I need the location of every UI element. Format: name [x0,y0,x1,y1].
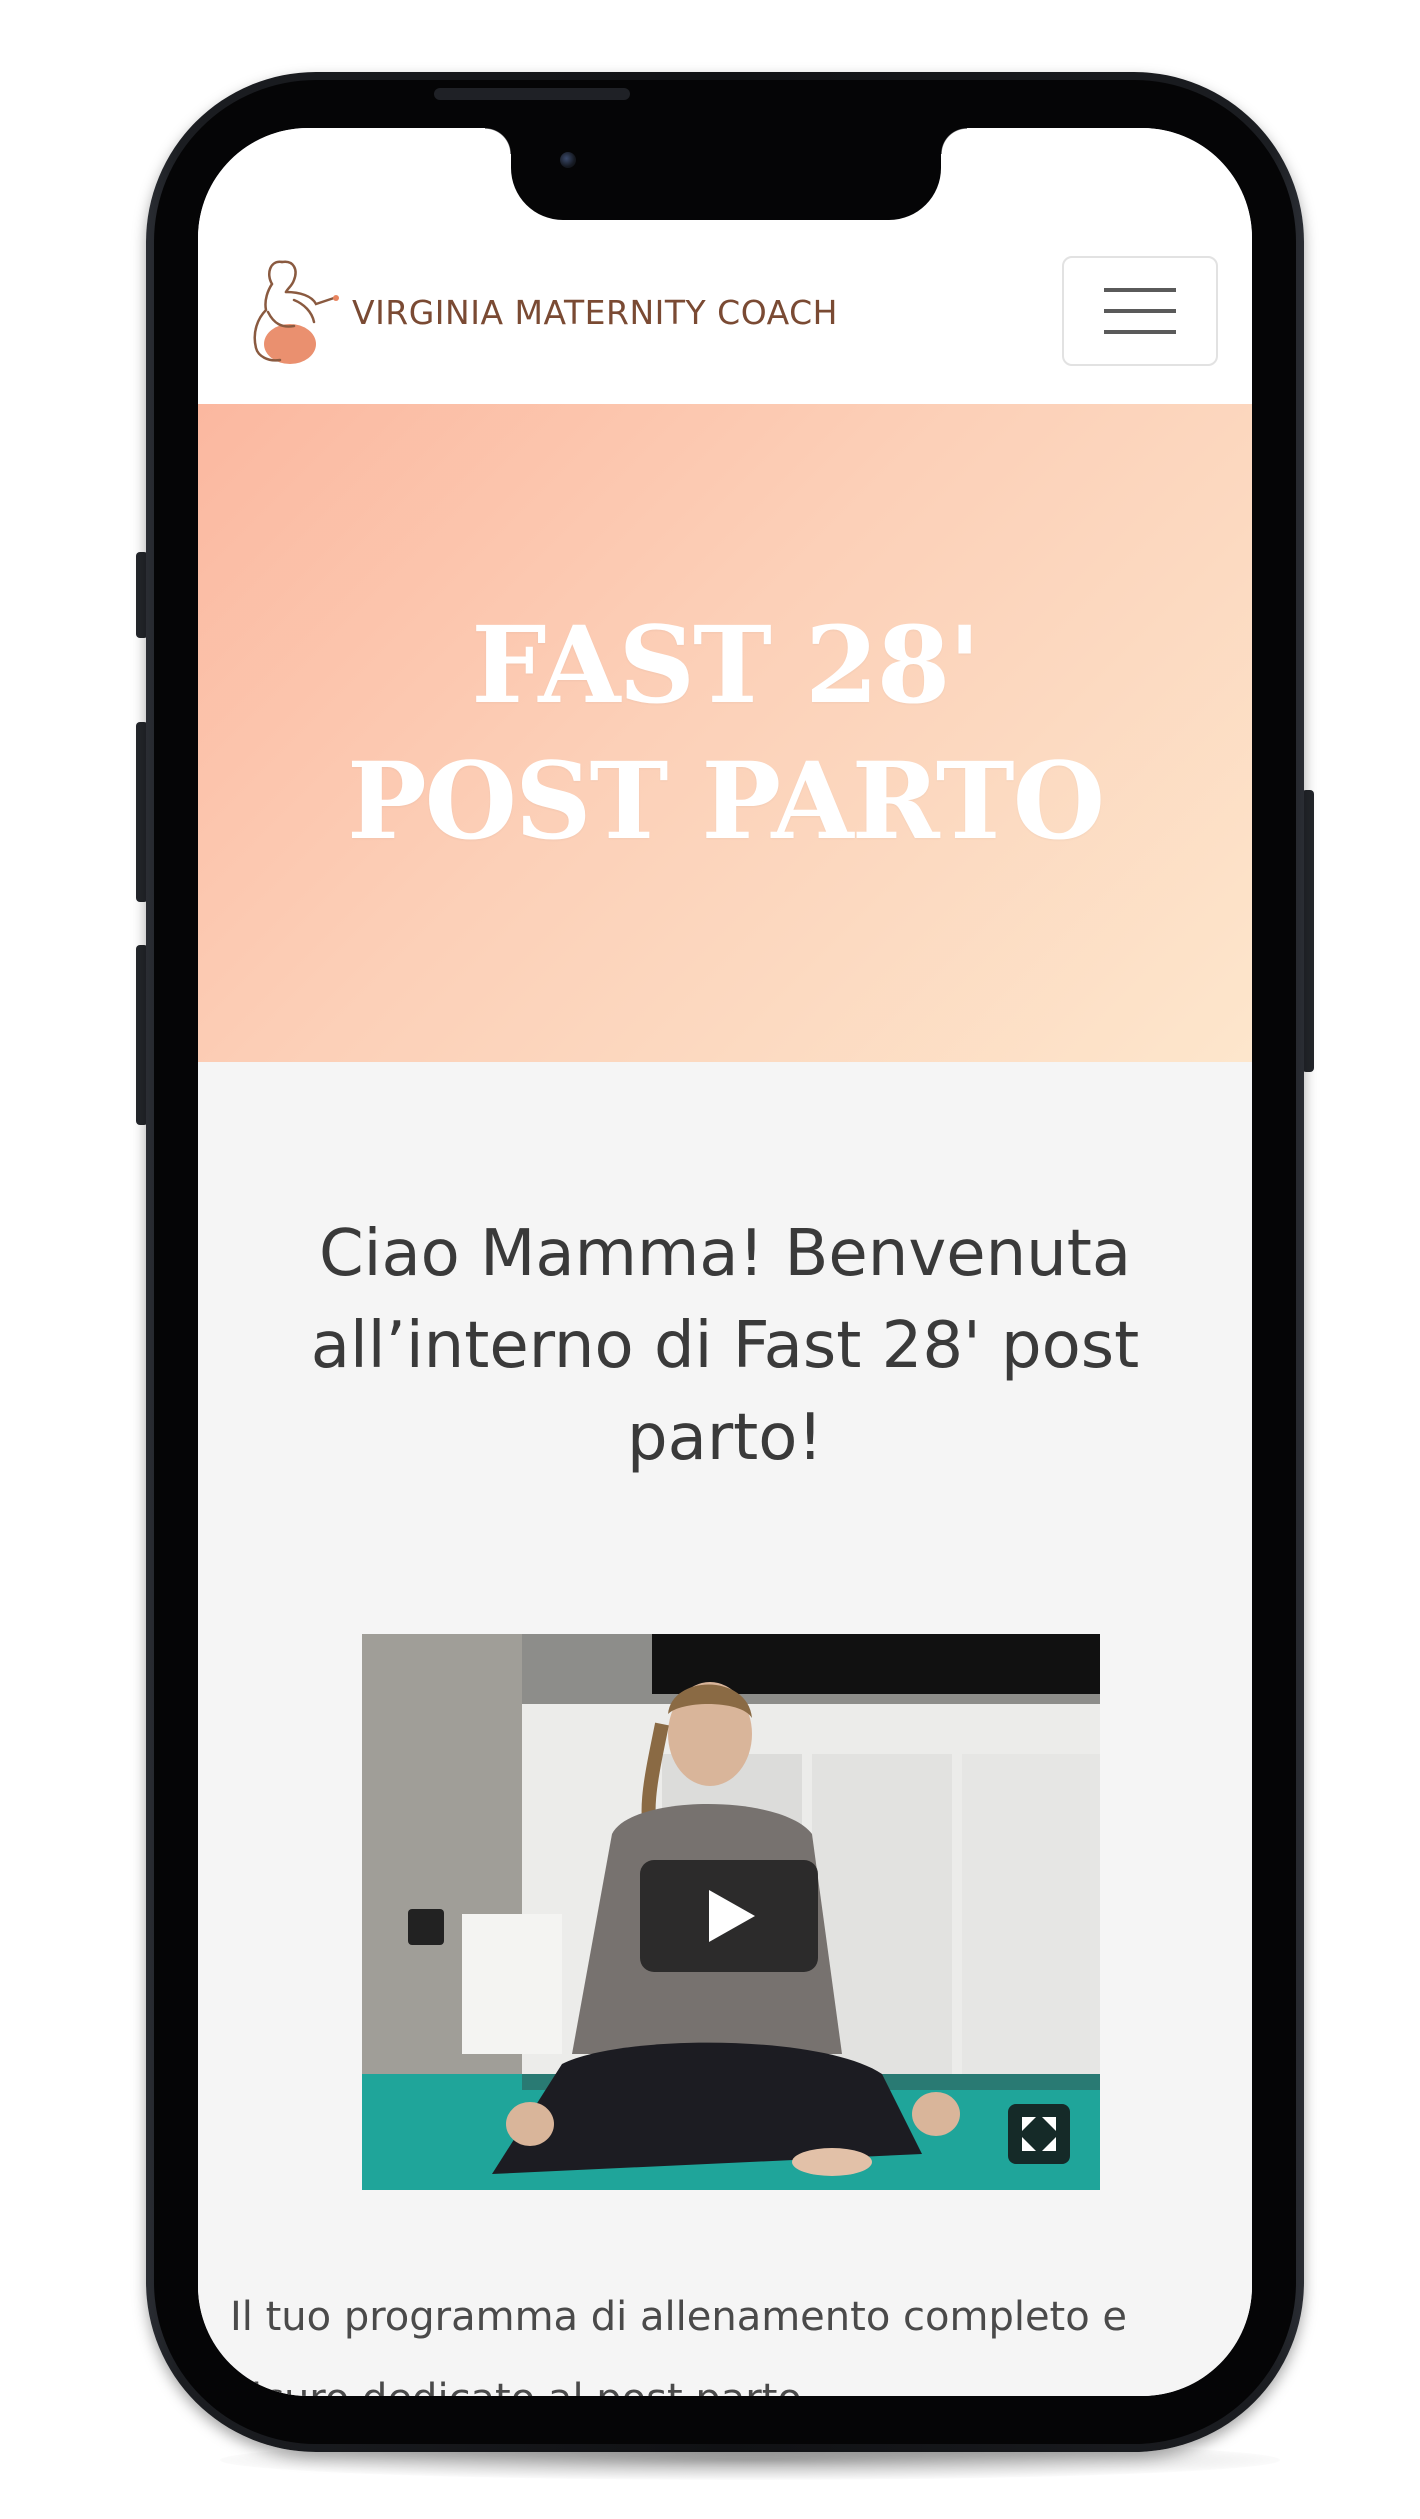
earpiece-speaker [434,88,630,100]
pregnant-woman-logo-icon [253,260,339,364]
phone-screen: VIRGINIA MATERNITY COACH FAST 28' POST P… [198,128,1252,2396]
video-player[interactable] [362,1634,1100,2190]
hero-banner: FAST 28' POST PARTO [198,404,1252,1062]
fullscreen-button[interactable] [1008,2104,1070,2164]
fullscreen-icon [1022,2117,1056,2151]
front-camera [560,152,576,168]
main-content: Ciao Mamma! Benvenuta all’interno di Fas… [198,1062,1252,2396]
phone-notch [485,128,967,220]
hamburger-menu-icon [1104,288,1176,334]
hero-title: FAST 28' POST PARTO [346,602,1105,863]
brand-name: VIRGINIA MATERNITY COACH [352,292,838,332]
play-button[interactable] [640,1860,818,1972]
play-icon [709,1890,755,1942]
menu-toggle-button[interactable] [1062,256,1218,366]
screenshot-stage: VIRGINIA MATERNITY COACH FAST 28' POST P… [0,0,1420,2519]
intro-paragraph: Il tuo programma di allenamento completo… [230,2294,1128,2396]
welcome-heading: Ciao Mamma! Benvenuta all’interno di Fas… [310,1217,1140,1475]
brand-link[interactable]: VIRGINIA MATERNITY COACH [238,252,838,372]
